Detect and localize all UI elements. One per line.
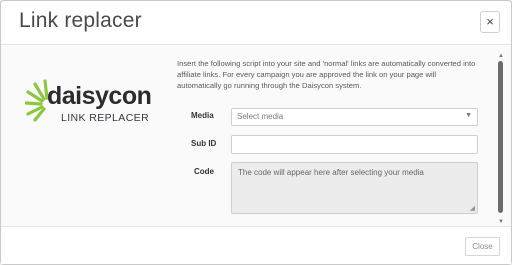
resize-grip-icon[interactable]: ◢ [470, 204, 475, 212]
logo-wordmark: daisycon [47, 82, 152, 110]
sub-id-input[interactable] [231, 135, 478, 154]
modal-header: Link replacer × [1, 1, 511, 45]
code-label: Code [194, 167, 214, 176]
sub-id-label: Sub ID [191, 139, 217, 148]
chevron-down-icon: ▼ [465, 112, 472, 119]
media-select[interactable]: Select media ▼ [231, 108, 478, 126]
link-replacer-modal: Link replacer × daisycon LINK REPLACER I… [0, 0, 512, 265]
scrollbar[interactable]: ▲ ▼ [497, 53, 505, 225]
daisycon-logo: daisycon LINK REPLACER [25, 78, 165, 138]
modal-title: Link replacer [19, 9, 142, 32]
media-select-value: Select media [237, 112, 284, 121]
modal-body: daisycon LINK REPLACER Insert the follow… [1, 46, 511, 226]
modal-footer: Close [1, 226, 511, 264]
scroll-down-icon[interactable]: ▼ [497, 219, 505, 225]
scrollbar-thumb[interactable] [498, 61, 503, 213]
scroll-up-icon[interactable]: ▲ [497, 53, 505, 59]
logo-subtitle: LINK REPLACER [61, 112, 150, 124]
code-textarea[interactable]: The code will appear here after selectin… [231, 162, 478, 214]
close-icon[interactable]: × [480, 11, 500, 33]
code-placeholder: The code will appear here after selectin… [238, 168, 424, 177]
intro-text: Insert the following script into your si… [177, 59, 476, 90]
media-label: Media [191, 111, 214, 120]
close-button[interactable]: Close [465, 237, 500, 256]
